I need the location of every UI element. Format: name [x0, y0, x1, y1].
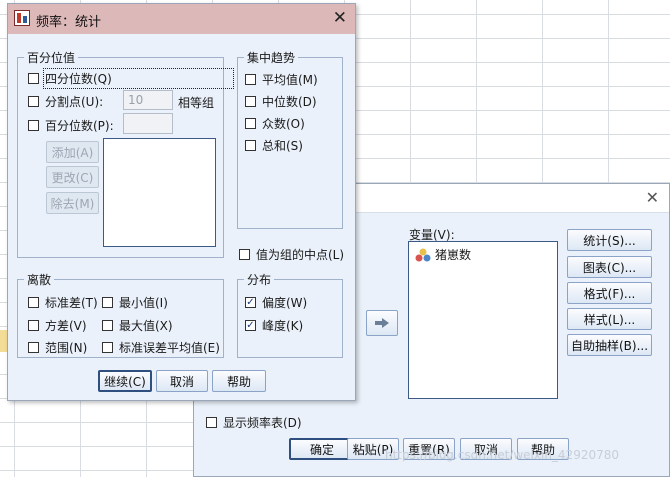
minimum-label: 最小值(I) [119, 296, 168, 310]
group-label: 集中趋势 [244, 49, 299, 66]
group-label: 离散 [24, 271, 55, 288]
checkbox-box[interactable] [245, 96, 256, 107]
se-mean-checkbox[interactable]: 标准误差平均值(E) [102, 339, 220, 356]
sum-label: 总和(S) [262, 139, 303, 153]
checkbox-box[interactable] [102, 320, 113, 331]
kurtosis-checkbox[interactable]: ✓ 峰度(K) [245, 317, 303, 334]
display-frequency-tables-checkbox[interactable]: 显示频率表(D) [206, 414, 302, 431]
checkbox-box[interactable] [102, 342, 113, 353]
mode-label: 众数(O) [262, 117, 305, 131]
title-bar: 频率：统计 ✕ [8, 4, 355, 34]
minimum-checkbox[interactable]: 最小值(I) [102, 294, 168, 311]
display-frequency-tables-label: 显示频率表(D) [223, 416, 302, 430]
skewness-label: 偏度(W) [262, 296, 308, 310]
charts-button[interactable]: 图表(C)... [567, 256, 652, 278]
group-label: 分布 [244, 271, 275, 288]
cut-points-label: 分割点(U): [45, 95, 104, 109]
frequencies-statistics-dialog: 频率：统计 ✕ 百分位值 四分位数(Q) 分割点(U): 10 相等组 百分位数… [7, 3, 356, 401]
range-checkbox[interactable]: 范围(N) [28, 339, 87, 356]
percentiles-label: 百分位数(P): [45, 119, 114, 133]
percentiles-checkbox[interactable]: 百分位数(P): [28, 117, 114, 134]
checkbox-box[interactable] [102, 297, 113, 308]
cut-points-input[interactable]: 10 [123, 90, 173, 110]
cancel-button[interactable]: 取消 [156, 370, 208, 392]
ok-button[interactable]: 确定 [289, 438, 355, 460]
cut-points-checkbox[interactable]: 分割点(U): [28, 93, 103, 110]
format-button[interactable]: 格式(F)... [567, 282, 652, 304]
std-dev-checkbox[interactable]: 标准差(T) [28, 294, 98, 311]
arrow-right-icon [375, 318, 389, 328]
checkbox-box[interactable] [28, 120, 39, 131]
variables-list[interactable]: 猪崽数 [408, 241, 558, 399]
list-item[interactable]: 猪崽数 [415, 246, 471, 263]
group-label: 百分位值 [24, 49, 79, 66]
checkbox-box[interactable] [245, 74, 256, 85]
spss-app-icon [14, 10, 30, 26]
maximum-checkbox[interactable]: 最大值(X) [102, 317, 173, 334]
variance-checkbox[interactable]: 方差(V) [28, 317, 87, 334]
checkbox-box[interactable] [28, 320, 39, 331]
mode-checkbox[interactable]: 众数(O) [245, 115, 305, 132]
help-button[interactable]: 帮助 [212, 370, 266, 392]
equal-groups-label: 相等组 [178, 96, 215, 110]
variance-label: 方差(V) [45, 319, 87, 333]
checkbox-box[interactable] [28, 342, 39, 353]
percentile-list[interactable] [103, 138, 216, 247]
change-button[interactable]: 更改(C) [46, 166, 99, 188]
variable-name: 猪崽数 [435, 248, 472, 262]
remove-button[interactable]: 除去(M) [46, 192, 99, 214]
quartiles-checkbox[interactable]: 四分位数(Q) [28, 68, 234, 89]
std-dev-label: 标准差(T) [45, 296, 98, 310]
median-label: 中位数(D) [262, 95, 317, 109]
se-mean-label: 标准误差平均值(E) [119, 341, 220, 355]
dialog-title: 频率：统计 [36, 15, 102, 30]
checkbox-box[interactable] [28, 96, 39, 107]
bootstrap-button[interactable]: 自助抽样(B)... [567, 334, 652, 356]
mean-checkbox[interactable]: 平均值(M) [245, 71, 318, 88]
maximum-label: 最大值(X) [119, 319, 173, 333]
checkbox-box[interactable] [245, 118, 256, 129]
add-button[interactable]: 添加(A) [46, 141, 99, 163]
group-midpoints-checkbox[interactable]: 值为组的中点(L) [239, 246, 344, 263]
mean-label: 平均值(M) [262, 73, 318, 87]
median-checkbox[interactable]: 中位数(D) [245, 93, 317, 110]
scale-variable-icon [415, 248, 431, 261]
watermark: https://blog.csdn.net/weixin_42920780 [385, 448, 620, 462]
skewness-checkbox[interactable]: ✓ 偏度(W) [245, 294, 307, 311]
checkbox-box[interactable] [245, 140, 256, 151]
checkmark-icon[interactable]: ✓ [245, 297, 256, 308]
statistics-button[interactable]: 统计(S)... [567, 229, 652, 251]
checkbox-box[interactable] [28, 73, 39, 84]
range-label: 范围(N) [45, 341, 88, 355]
quartiles-label: 四分位数(Q) [43, 68, 234, 89]
percentile-input[interactable] [123, 113, 173, 134]
checkbox-box[interactable] [28, 297, 39, 308]
style-button[interactable]: 样式(L)... [567, 308, 652, 330]
group-midpoints-label: 值为组的中点(L) [256, 248, 345, 262]
checkbox-box[interactable] [239, 249, 250, 260]
checkmark-icon[interactable]: ✓ [245, 320, 256, 331]
close-icon[interactable]: ✕ [333, 8, 347, 28]
continue-button[interactable]: 继续(C) [98, 370, 152, 392]
move-variable-button[interactable] [366, 310, 398, 336]
close-icon[interactable]: ✕ [646, 188, 659, 207]
checkbox-box[interactable] [206, 417, 217, 428]
kurtosis-label: 峰度(K) [262, 319, 304, 333]
sum-checkbox[interactable]: 总和(S) [245, 137, 303, 154]
